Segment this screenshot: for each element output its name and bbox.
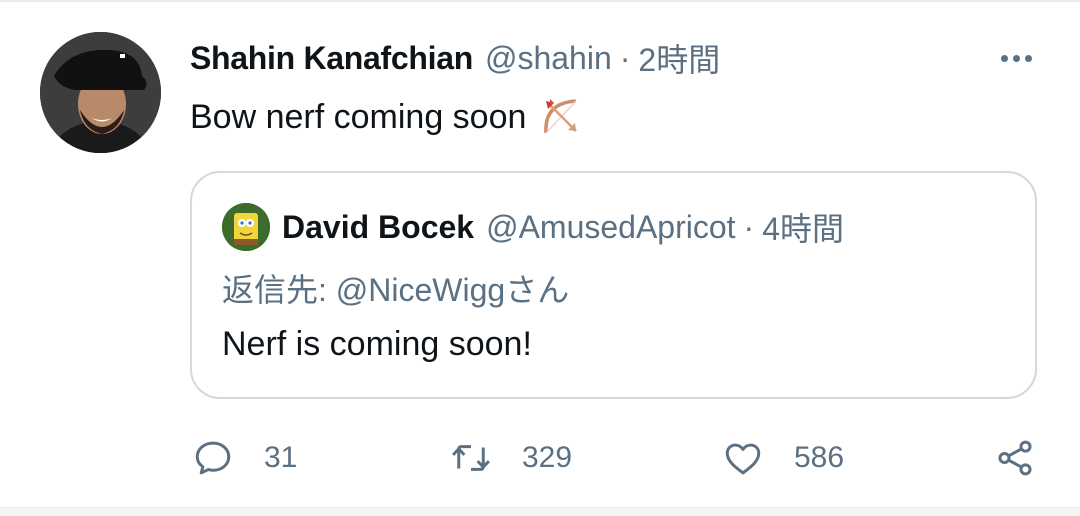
tweet-text: Bow nerf coming soon: [190, 97, 527, 136]
reply-button[interactable]: 31: [192, 430, 297, 486]
separator-dot: ·: [619, 39, 631, 76]
top-divider: [0, 0, 1080, 2]
quoted-author-avatar[interactable]: [222, 203, 270, 251]
separator-dot: ·: [743, 208, 755, 245]
quoted-tweet-timestamp[interactable]: 4時間: [762, 204, 844, 250]
more-options-icon[interactable]: [990, 40, 1042, 76]
tweet-action-bar: 31 329 586: [0, 430, 1080, 486]
more-dot: [1000, 54, 1008, 62]
more-dot: [1024, 54, 1032, 62]
heart-icon: [725, 443, 761, 475]
retweet-count: 329: [522, 441, 573, 474]
bottom-divider: [0, 507, 1080, 516]
quoted-author-name[interactable]: David Bocek: [282, 209, 474, 246]
share-icon: [998, 440, 1032, 476]
quoted-author-handle[interactable]: @AmusedApricot: [486, 209, 735, 246]
like-button[interactable]: 586: [722, 430, 844, 486]
reply-to-label: 返信先: @NiceWiggさん: [222, 272, 570, 308]
author-handle[interactable]: @shahin: [485, 40, 612, 77]
retweet-button[interactable]: 329: [450, 430, 572, 486]
quoted-tweet-card[interactable]: David Bocek @AmusedApricot · 4時間 返信先: @N…: [190, 171, 1037, 399]
tweet-body: Bow nerf coming soon: [190, 95, 584, 139]
tweet-timestamp[interactable]: 2時間: [638, 35, 720, 81]
author-name[interactable]: Shahin Kanafchian: [190, 40, 473, 77]
author-avatar[interactable]: [40, 32, 161, 153]
like-count: 586: [794, 441, 845, 474]
reply-icon: [195, 441, 231, 475]
bow-and-arrow-icon: [540, 95, 584, 139]
reply-count: 31: [264, 441, 298, 474]
retweet-icon: [452, 445, 490, 471]
quoted-tweet-text: Nerf is coming soon!: [222, 325, 532, 363]
tweet-header: Shahin Kanafchian @shahin · 2時間: [190, 36, 720, 80]
more-dot: [1012, 54, 1020, 62]
quoted-tweet-header: David Bocek @AmusedApricot · 4時間: [282, 205, 844, 249]
share-button[interactable]: [994, 430, 1036, 486]
